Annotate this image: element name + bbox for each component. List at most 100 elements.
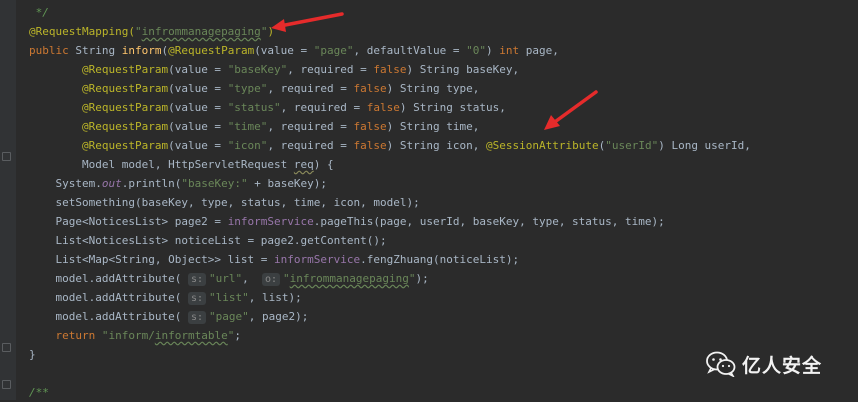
code-token: "page" <box>209 310 249 323</box>
code-line[interactable]: setSomething(baseKey, type, status, time… <box>29 193 420 212</box>
parameter-hint: s: <box>187 292 206 305</box>
code-line[interactable]: @RequestParam(value = "type", required =… <box>29 79 479 98</box>
code-editor[interactable]: */@RequestMapping("infrommanagepaging") p… <box>0 0 858 400</box>
code-line[interactable]: model.addAttribute( s: "page", page2); <box>29 307 308 326</box>
code-token: ) String type, <box>386 82 480 95</box>
code-line[interactable]: List<Map<String, Object>> list = informS… <box>29 250 519 269</box>
code-token: "url" <box>209 272 243 285</box>
code-token: false <box>353 82 387 95</box>
code-line[interactable]: */ <box>29 3 49 22</box>
code-token: @RequestParam <box>81 120 169 133</box>
code-line[interactable]: System.out.println("baseKey:" + baseKey)… <box>29 174 327 193</box>
code-line[interactable]: return "inform/informtable"; <box>29 326 241 345</box>
code-token: false <box>353 139 387 152</box>
code-line[interactable]: Model model, HttpServletRequest req) { <box>29 155 334 174</box>
code-token: ) Long userId, <box>658 139 751 152</box>
code-token: "baseKey" <box>227 63 288 76</box>
code-token: "0" <box>466 44 487 57</box>
code-token: (value = <box>168 101 228 114</box>
code-token: "page" <box>313 44 354 57</box>
code-token: informService <box>274 253 361 266</box>
code-line[interactable]: List<NoticesList> noticeList = page2.get… <box>29 231 386 250</box>
code-token: (value = <box>254 44 314 57</box>
code-token: return <box>55 329 102 342</box>
code-line[interactable]: @RequestParam(value = "time", required =… <box>29 117 479 136</box>
code-token: , list); <box>248 291 302 304</box>
code-token: "status" <box>227 101 281 114</box>
code-token: model.addAttribute( <box>29 291 188 304</box>
code-token: System. <box>29 177 102 190</box>
code-token: informService <box>227 215 314 228</box>
code-line[interactable]: @RequestMapping("infrommanagepaging") <box>29 22 274 41</box>
code-token: ) String baseKey, <box>406 63 520 76</box>
code-token: model.addAttribute( <box>29 272 188 285</box>
code-line[interactable]: @RequestParam(value = "icon", required =… <box>29 136 751 155</box>
code-token: (value = <box>168 139 228 152</box>
code-token: "time" <box>227 120 268 133</box>
code-line[interactable]: @RequestParam(value = "baseKey", require… <box>29 60 519 79</box>
code-token: */ <box>29 6 49 19</box>
code-token: .pageThis(page, userId, baseKey, type, s… <box>313 215 665 228</box>
code-token: + baseKey); <box>247 177 328 190</box>
code-token: String <box>75 44 122 57</box>
code-line[interactable]: } <box>29 345 36 364</box>
code-token: (value = <box>168 82 228 95</box>
code-line[interactable]: model.addAttribute( s: "list", list); <box>29 288 302 307</box>
code-token: ) String status, <box>399 101 506 114</box>
code-line[interactable]: Page<NoticesList> page2 = informService.… <box>29 212 665 231</box>
code-token: informtable <box>154 329 228 342</box>
code-token: , <box>242 272 262 285</box>
code-token: @RequestParam <box>168 44 255 57</box>
code-token: @RequestParam <box>81 139 169 152</box>
code-token: @RequestParam <box>81 82 169 95</box>
red-arrow-icon <box>544 90 598 130</box>
code-token: ); <box>415 272 429 285</box>
code-token: infrommanagepaging <box>289 272 409 285</box>
code-token: model.addAttribute( <box>29 310 188 323</box>
code-token: page, <box>525 44 559 57</box>
code-token: "list" <box>209 291 249 304</box>
code-token: infrommanagepaging <box>141 25 261 38</box>
code-line[interactable]: /** <box>29 383 49 402</box>
code-line[interactable]: model.addAttribute( s: "url", o: "infromma… <box>29 269 429 288</box>
code-token: setSomething(baseKey, type, status, time… <box>29 196 420 209</box>
code-token: " <box>283 272 290 285</box>
code-token: @SessionAttribute <box>486 139 599 152</box>
code-token: , required = <box>267 82 354 95</box>
code-token: req <box>293 158 314 171</box>
code-token: "type" <box>227 82 268 95</box>
watermark: 亿人安全 <box>706 349 822 379</box>
code-token: (value = <box>168 63 228 76</box>
red-arrow-icon <box>271 12 344 32</box>
code-token: (value = <box>168 120 228 133</box>
code-line[interactable]: @RequestParam(value = "status", required… <box>29 98 506 117</box>
code-token: "inform/ <box>101 329 155 342</box>
code-token: Model model, HttpServletRequest <box>29 158 294 171</box>
code-token: "userId" <box>605 139 659 152</box>
code-line[interactable]: public String inform(@RequestParam(value… <box>29 41 559 60</box>
code-token: "icon" <box>227 139 268 152</box>
code-token: , defaultValue = <box>353 44 467 57</box>
code-token: } <box>29 348 36 361</box>
watermark-text: 亿人安全 <box>742 354 823 377</box>
code-token: , required = <box>280 101 367 114</box>
code-token: "baseKey:" <box>181 177 248 190</box>
code-token: @RequestMapping( <box>29 25 135 38</box>
parameter-hint: s: <box>187 311 206 324</box>
code-token: ; <box>234 329 241 342</box>
code-token: false <box>373 63 407 76</box>
code-token: .println( <box>121 177 182 190</box>
wechat-icon <box>706 351 736 377</box>
code-token: " <box>134 25 142 38</box>
code-token: , required = <box>287 63 374 76</box>
code-token: out <box>101 177 122 190</box>
code-token: @RequestParam <box>81 101 169 114</box>
code-token: public <box>29 44 76 57</box>
parameter-hint: o: <box>262 273 281 286</box>
